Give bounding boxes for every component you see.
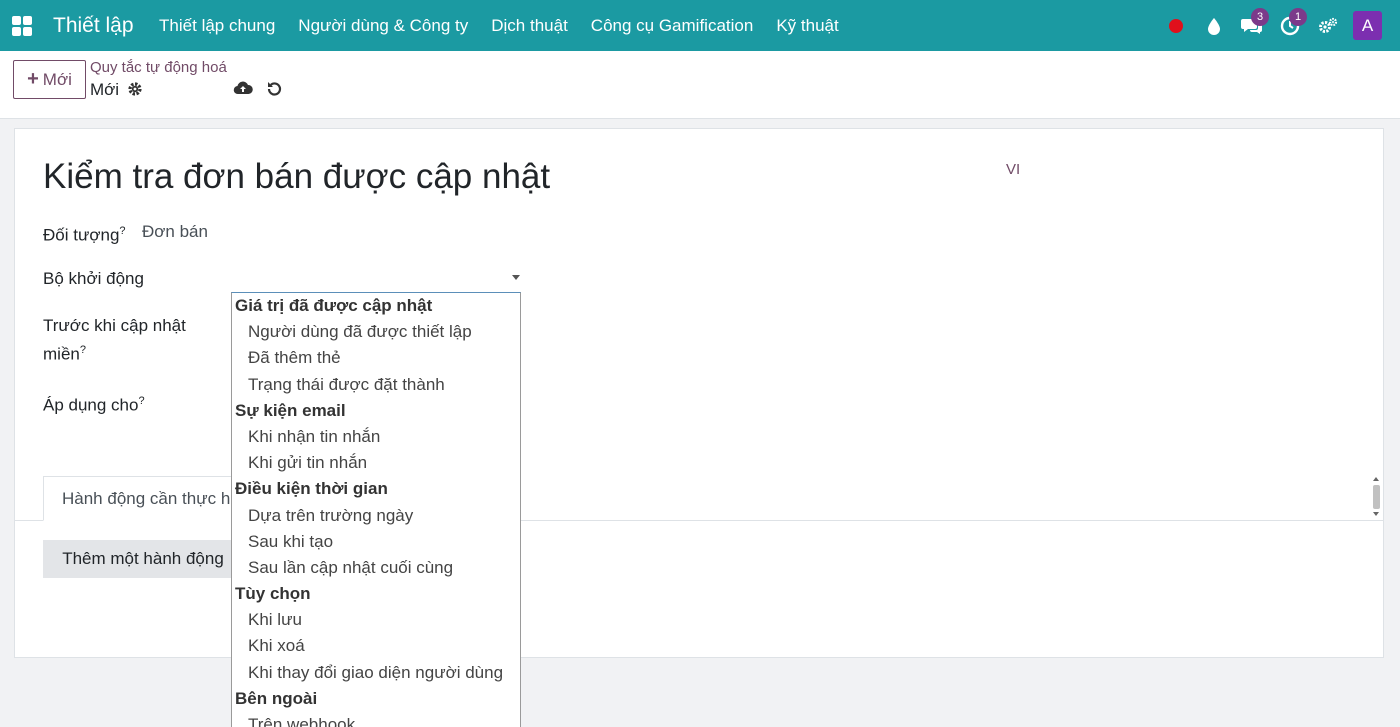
- form-sheet: Kiểm tra đơn bán được cập nhật VI Đối tư…: [14, 128, 1384, 658]
- scroll-up-arrow-icon[interactable]: [1373, 477, 1379, 481]
- before-update-label: Trước khi cập nhật miền?: [43, 313, 186, 367]
- activities-clock-icon[interactable]: 1: [1271, 0, 1309, 51]
- breadcrumb-automation-rules[interactable]: Quy tắc tự động hoá: [90, 59, 227, 76]
- option-on-outgoing-message[interactable]: Khi gửi tin nhắn: [232, 450, 520, 476]
- model-label: Đối tượng?: [43, 219, 126, 248]
- cloud-upload-icon[interactable]: [233, 80, 253, 101]
- droplet-icon[interactable]: [1195, 0, 1233, 51]
- option-on-webhook[interactable]: Trên webhook: [232, 712, 520, 727]
- model-help-icon[interactable]: ?: [119, 225, 125, 237]
- group-values-updated: Giá trị đã được cập nhật: [235, 296, 433, 315]
- before-update-label-line1: Trước khi cập nhật: [43, 316, 186, 335]
- option-after-last-update[interactable]: Sau lần cập nhật cuối cùng: [232, 555, 520, 581]
- record-name: Mới: [90, 80, 120, 99]
- trigger-dropdown-list: Giá trị đã được cập nhật Người dùng đã đ…: [231, 292, 521, 727]
- option-user-set[interactable]: Người dùng đã được thiết lập: [232, 319, 520, 345]
- top-navbar: Thiết lập Thiết lập chung Người dùng & C…: [0, 0, 1400, 51]
- menu-translations[interactable]: Dịch thuật: [480, 16, 580, 36]
- before-update-help-icon[interactable]: ?: [80, 344, 86, 356]
- group-timing-conditions: Điều kiện thời gian: [235, 479, 388, 499]
- apps-menu-icon[interactable]: [12, 15, 32, 36]
- option-tag-added[interactable]: Đã thêm thẻ: [232, 345, 520, 371]
- messages-icon[interactable]: 3: [1233, 0, 1271, 51]
- menu-gamification-tools[interactable]: Công cụ Gamification: [579, 16, 765, 36]
- trigger-label: Bộ khởi động: [43, 269, 144, 288]
- scroll-thumb[interactable]: [1373, 485, 1380, 509]
- control-panel: + Mới Quy tắc tự động hoá Mới: [0, 51, 1400, 119]
- new-button-label: Mới: [42, 69, 72, 89]
- option-based-on-date-field[interactable]: Dựa trên trường ngày: [232, 503, 520, 529]
- activities-badge: 1: [1289, 8, 1307, 26]
- group-custom: Tùy chọn: [235, 584, 311, 604]
- apply-on-label: Áp dụng cho?: [43, 389, 145, 418]
- apply-on-help-icon[interactable]: ?: [138, 395, 144, 407]
- option-on-ui-change[interactable]: Khi thay đổi giao diện người dùng: [232, 660, 520, 686]
- user-avatar[interactable]: A: [1353, 11, 1382, 40]
- model-label-text: Đối tượng: [43, 225, 120, 245]
- model-value: Đơn bán: [142, 222, 208, 241]
- tab-actions-to-do[interactable]: Hành động cần thực hiện: [43, 476, 253, 521]
- option-on-deletion[interactable]: Khi xoá: [232, 633, 520, 659]
- apply-on-label-text: Áp dụng cho: [43, 395, 139, 415]
- discard-undo-icon[interactable]: [265, 80, 283, 103]
- gear-icon[interactable]: [127, 81, 143, 102]
- before-update-label-line2: miền: [43, 344, 80, 364]
- messages-badge: 3: [1251, 8, 1269, 26]
- option-on-save[interactable]: Khi lưu: [232, 607, 520, 633]
- add-action-button[interactable]: Thêm một hành động: [43, 540, 243, 578]
- scroll-down-arrow-icon[interactable]: [1373, 512, 1379, 516]
- rule-name-field[interactable]: Kiểm tra đơn bán được cập nhật: [43, 157, 550, 197]
- option-on-incoming-message[interactable]: Khi nhận tin nhắn: [232, 424, 520, 450]
- settings-gears-icon[interactable]: [1309, 0, 1347, 51]
- option-after-creation[interactable]: Sau khi tạo: [232, 529, 520, 555]
- group-external: Bên ngoài: [235, 688, 318, 708]
- recording-indicator-icon[interactable]: [1157, 0, 1195, 51]
- option-state-set-to[interactable]: Trạng thái được đặt thành: [232, 372, 520, 398]
- menu-users-companies[interactable]: Người dùng & Công ty: [287, 16, 480, 36]
- group-email-events: Sự kiện email: [235, 400, 346, 420]
- trigger-select-caret[interactable]: [512, 275, 520, 280]
- plus-icon: +: [27, 68, 39, 90]
- menu-technical[interactable]: Kỹ thuật: [765, 16, 850, 36]
- language-button[interactable]: VI: [1006, 161, 1020, 178]
- page-scrollbar[interactable]: [1371, 477, 1382, 519]
- new-button[interactable]: + Mới: [13, 60, 86, 99]
- app-title[interactable]: Thiết lập: [53, 14, 134, 38]
- menu-general-settings[interactable]: Thiết lập chung: [148, 16, 287, 36]
